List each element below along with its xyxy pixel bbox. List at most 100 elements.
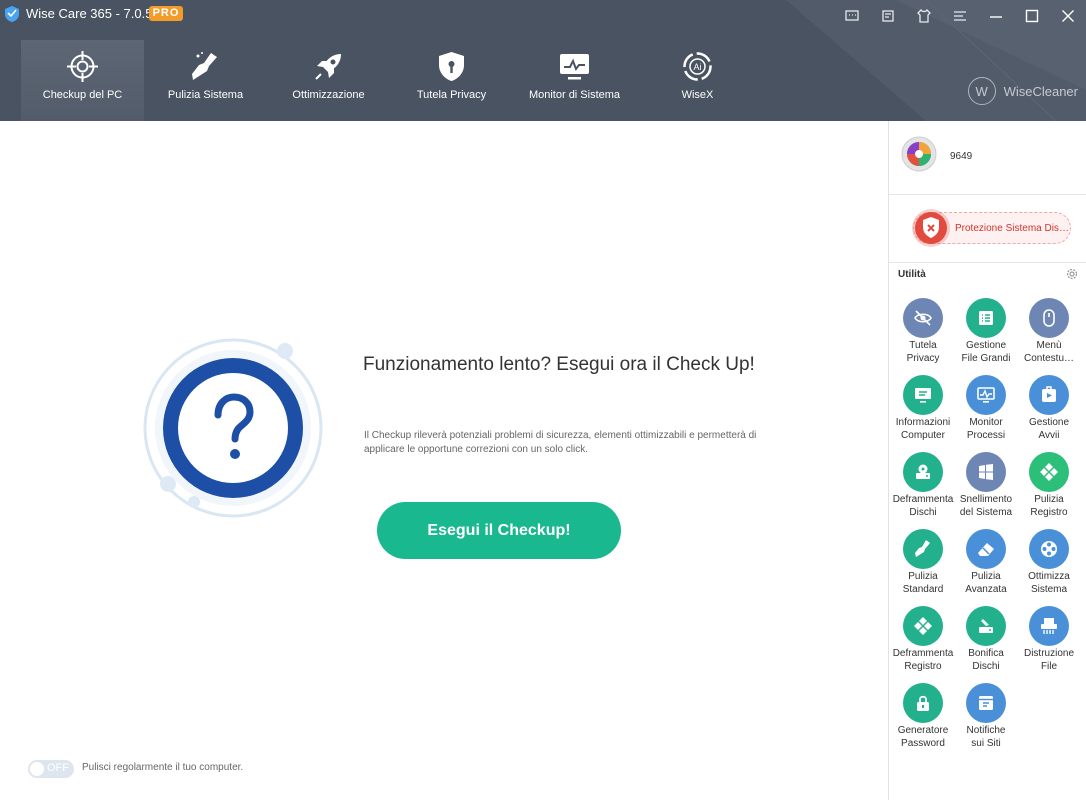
util-label: Pulizia Registro xyxy=(1030,494,1068,518)
registry-defrag-icon xyxy=(914,617,932,635)
disk-defrag-icon xyxy=(916,464,930,479)
tab-system-monitor[interactable]: Monitor di Sistema xyxy=(513,40,636,121)
toggle-state: OFF xyxy=(47,762,69,774)
util-privacy[interactable]: Tutela Privacy xyxy=(892,296,954,372)
skin-button[interactable] xyxy=(906,0,942,32)
score-badge-icon xyxy=(901,136,937,172)
util-icon-bg xyxy=(1029,298,1069,338)
app-title: Wise Care 365 - 7.0.5 xyxy=(26,6,153,21)
site-notify-icon xyxy=(979,696,993,710)
file-list-icon xyxy=(979,311,993,325)
gear-icon[interactable] xyxy=(1065,267,1079,281)
run-checkup-button[interactable]: Esegui il Checkup! xyxy=(377,502,621,559)
maximize-button[interactable] xyxy=(1014,0,1050,32)
util-label: Gestione File Grandi xyxy=(961,340,1011,364)
util-label: Notifiche sui Siti xyxy=(966,725,1006,749)
util-label: Pulizia Standard xyxy=(902,571,944,595)
close-button[interactable] xyxy=(1050,0,1086,32)
shredder-icon xyxy=(1041,618,1057,634)
message-button[interactable] xyxy=(834,0,870,32)
tab-system-cleanup[interactable]: Pulizia Sistema xyxy=(144,40,267,121)
tab-label: Pulizia Sistema xyxy=(167,89,244,101)
health-score[interactable]: 9649 xyxy=(889,121,1086,195)
tab-privacy[interactable]: Tutela Privacy xyxy=(390,40,513,121)
util-registry-defrag[interactable]: Deframmenta Registro xyxy=(892,604,954,680)
menu-button[interactable] xyxy=(942,0,978,32)
util-icon-bg xyxy=(903,683,943,723)
util-process-monitor[interactable]: Monitor Processi xyxy=(955,373,1017,449)
util-label: Generatore Password xyxy=(897,725,949,749)
mouse-icon xyxy=(1043,309,1055,327)
main-nav: Checkup del PC Pulizia Sistema Ottimizza… xyxy=(21,40,759,121)
auto-clean-toggle[interactable]: OFF xyxy=(28,760,74,778)
protection-status[interactable]: Protezione Sistema Disattivata xyxy=(889,195,1086,263)
wisecleaner-brand[interactable]: W WiseCleaner xyxy=(967,77,1078,105)
tab-optimization[interactable]: Ottimizzazione xyxy=(267,40,390,121)
util-advanced-clean[interactable]: Pulizia Avanzata xyxy=(955,527,1017,603)
util-icon-bg xyxy=(966,375,1006,415)
checkup-panel: Funzionamento lento? Esegui ora il Check… xyxy=(0,121,889,800)
util-large-files[interactable]: Gestione File Grandi xyxy=(955,296,1017,372)
tab-wisex[interactable]: Ai WiseX xyxy=(636,40,759,121)
auto-clean-caption: Pulisci regolarmente il tuo computer. xyxy=(82,762,244,773)
util-disk-defrag[interactable]: Deframmenta Dischi xyxy=(892,450,954,526)
util-icon-bg xyxy=(903,606,943,646)
util-registry-clean[interactable]: Pulizia Registro xyxy=(1018,450,1080,526)
wisecleaner-logo-icon: W xyxy=(967,77,996,105)
util-label: Informazioni Computer xyxy=(895,417,951,441)
util-site-notifications[interactable]: Notifiche sui Siti xyxy=(955,681,1017,757)
disk-wipe-icon xyxy=(979,619,993,633)
tab-label: Checkup del PC xyxy=(42,89,123,101)
score-value: 9649 xyxy=(950,151,973,162)
util-label: Monitor Processi xyxy=(966,417,1006,441)
util-file-shredder[interactable]: Distruzione File xyxy=(1018,604,1080,680)
menu-icon xyxy=(954,11,966,21)
util-icon-bg xyxy=(1029,529,1069,569)
shield-warning-icon xyxy=(912,209,950,247)
util-label: Gestione Avvii xyxy=(1028,417,1070,441)
util-label: Menù Contestu… xyxy=(1023,340,1075,364)
app-logo-icon xyxy=(5,6,19,22)
close-icon xyxy=(1062,10,1074,22)
password-icon xyxy=(917,695,929,711)
util-system-slim[interactable]: Snellimento del Sistema xyxy=(955,450,1017,526)
util-icon-bg xyxy=(966,452,1006,492)
titlebar-controls xyxy=(834,0,1086,32)
util-optimize-system[interactable]: Ottimizza Sistema xyxy=(1018,527,1080,603)
util-icon-bg xyxy=(966,683,1006,723)
crosshair-icon xyxy=(67,51,98,82)
util-password-generator[interactable]: Generatore Password xyxy=(892,681,954,757)
tab-label: Ottimizzazione xyxy=(292,89,365,101)
util-startup[interactable]: Gestione Avvii xyxy=(1018,373,1080,449)
windows-icon xyxy=(979,464,993,480)
util-icon-bg xyxy=(903,452,943,492)
tab-label: WiseX xyxy=(681,89,714,101)
maximize-icon xyxy=(1025,9,1039,23)
tab-label: Monitor di Sistema xyxy=(528,89,621,101)
minimize-button[interactable] xyxy=(978,0,1014,32)
shield-icon xyxy=(439,52,464,81)
title-bar: Wise Care 365 - 7.0.5 PRO xyxy=(0,0,1086,32)
util-icon-bg xyxy=(903,529,943,569)
svg-text:Ai: Ai xyxy=(693,62,701,72)
minimize-icon xyxy=(990,16,1002,18)
toggle-knob xyxy=(30,762,44,776)
util-computer-info[interactable]: Informazioni Computer xyxy=(892,373,954,449)
util-standard-clean[interactable]: Pulizia Standard xyxy=(892,527,954,603)
checkup-heading: Funzionamento lento? Esegui ora il Check… xyxy=(363,354,755,375)
util-icon-bg xyxy=(1029,606,1069,646)
util-disk-wipe[interactable]: Bonifica Dischi xyxy=(955,604,1017,680)
gear-flower-icon xyxy=(1041,541,1057,557)
util-label: Distruzione File xyxy=(1023,648,1075,672)
tab-label: Tutela Privacy xyxy=(416,89,487,101)
util-icon-bg xyxy=(966,529,1006,569)
process-monitor-icon xyxy=(977,387,995,403)
util-context-menu[interactable]: Menù Contestu… xyxy=(1018,296,1080,372)
feedback-button[interactable] xyxy=(870,0,906,32)
utilities-title: Utilità xyxy=(898,269,926,280)
tab-checkup[interactable]: Checkup del PC xyxy=(21,40,144,121)
question-mark-illustration xyxy=(143,338,323,518)
wisex-ai-icon: Ai xyxy=(683,52,712,81)
broom-icon xyxy=(192,52,217,80)
util-icon-bg xyxy=(1029,452,1069,492)
